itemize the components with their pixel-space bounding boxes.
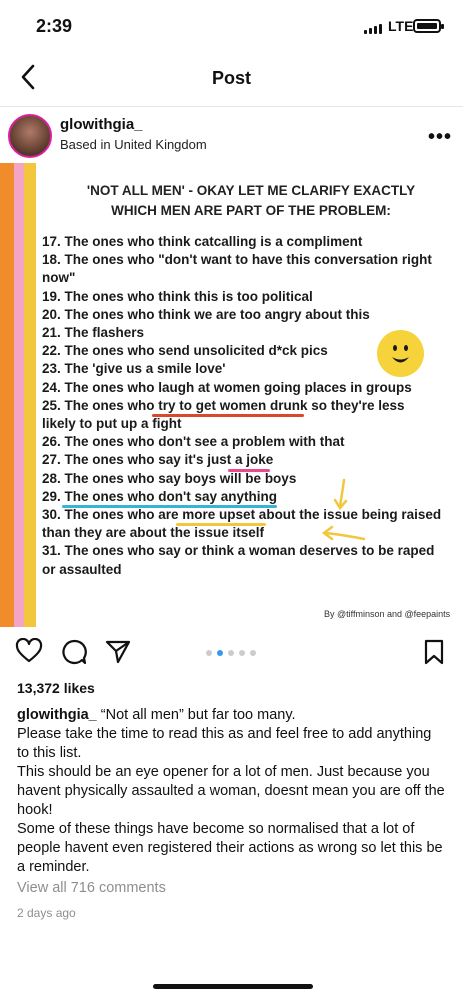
- highlight-underline-blue: [62, 505, 277, 508]
- carousel-indicator: [206, 650, 256, 656]
- share-icon[interactable]: [104, 638, 132, 666]
- nav-bar: Post: [0, 58, 463, 98]
- likes-count[interactable]: 13,372 likes: [17, 680, 95, 696]
- author-location[interactable]: Based in United Kingdom: [60, 137, 207, 152]
- view-comments-link[interactable]: View all 716 comments: [17, 880, 166, 896]
- list-item: 28. The ones who say boys will be boys: [42, 470, 297, 486]
- page-title: Post: [211, 68, 251, 88]
- post-image[interactable]: 'NOT ALL MEN' - OKAY LET ME CLARIFY EXAC…: [0, 163, 463, 627]
- signal-icon: [364, 24, 382, 34]
- arrow-left-doodle-icon: [321, 525, 366, 541]
- list-item: 18. The ones who "don't want to have thi…: [42, 252, 432, 286]
- image-credit: By @tiffminson and @feepaints: [324, 609, 451, 619]
- image-list: 17. The ones who think catcalling is a c…: [42, 233, 442, 579]
- decor-stripe-yellow: [24, 163, 36, 627]
- decor-stripe-pink: [14, 163, 24, 627]
- action-bar: [0, 630, 463, 670]
- list-item: 27. The ones who say it's just a joke: [42, 452, 274, 468]
- comment-icon[interactable]: [60, 638, 88, 666]
- carousel-dot: [250, 650, 256, 656]
- carousel-dot: [228, 650, 234, 656]
- image-title: 'NOT ALL MEN' - OKAY LET ME CLARIFY EXAC…: [56, 181, 446, 221]
- caption-paragraph: This should be an eye opener for a lot o…: [17, 764, 445, 818]
- smiley-emoji-icon: [377, 330, 424, 377]
- divider: [0, 106, 463, 107]
- list-item: 31. The ones who say or think a woman de…: [42, 543, 435, 577]
- list-item: 20. The ones who think we are too angry …: [42, 306, 370, 322]
- list-item: 26. The ones who don't see a problem wit…: [42, 434, 345, 450]
- caption-paragraph: Please take the time to read this as and…: [17, 726, 432, 761]
- post-caption: glowithgia_ “Not all men” but far too ma…: [17, 706, 447, 877]
- list-item: 24. The ones who laugh at women going pl…: [42, 379, 412, 395]
- list-item: 19. The ones who think this is too polit…: [42, 288, 313, 304]
- battery-icon: [413, 19, 444, 33]
- avatar[interactable]: [8, 114, 52, 158]
- carousel-dot: [239, 650, 245, 656]
- post-timestamp: 2 days ago: [17, 906, 76, 920]
- heart-icon[interactable]: [15, 638, 43, 664]
- post-header: glowithgia_ Based in United Kingdom •••: [0, 110, 463, 162]
- bookmark-icon[interactable]: [423, 638, 445, 666]
- status-time: 2:39: [36, 16, 73, 36]
- highlight-underline-red: [152, 414, 304, 417]
- image-title-line2: WHICH MEN ARE PART OF THE PROBLEM:: [111, 203, 391, 218]
- caption-text: “Not all men” but far too many.: [100, 707, 296, 723]
- highlight-underline-pink: [228, 469, 270, 472]
- home-indicator[interactable]: [153, 984, 313, 989]
- status-bar: 2:39 LTE: [0, 0, 463, 54]
- carousel-dot: [206, 650, 212, 656]
- caption-username[interactable]: glowithgia_: [17, 707, 97, 723]
- network-label: LTE: [388, 18, 414, 34]
- carousel-dot-active: [217, 650, 223, 656]
- image-title-line1: 'NOT ALL MEN' - OKAY LET ME CLARIFY EXAC…: [86, 183, 416, 198]
- list-item: 17. The ones who think catcalling is a c…: [42, 234, 363, 249]
- decor-stripe-orange: [0, 163, 14, 627]
- highlight-underline-yellow: [176, 523, 266, 526]
- caption-paragraph: Some of these things have become so norm…: [17, 821, 443, 875]
- author-username[interactable]: glowithgia_: [60, 116, 143, 133]
- list-item: 29. The ones who don't say anything: [42, 488, 277, 504]
- more-options-icon[interactable]: •••: [428, 126, 452, 149]
- arrow-down-doodle-icon: [333, 478, 348, 511]
